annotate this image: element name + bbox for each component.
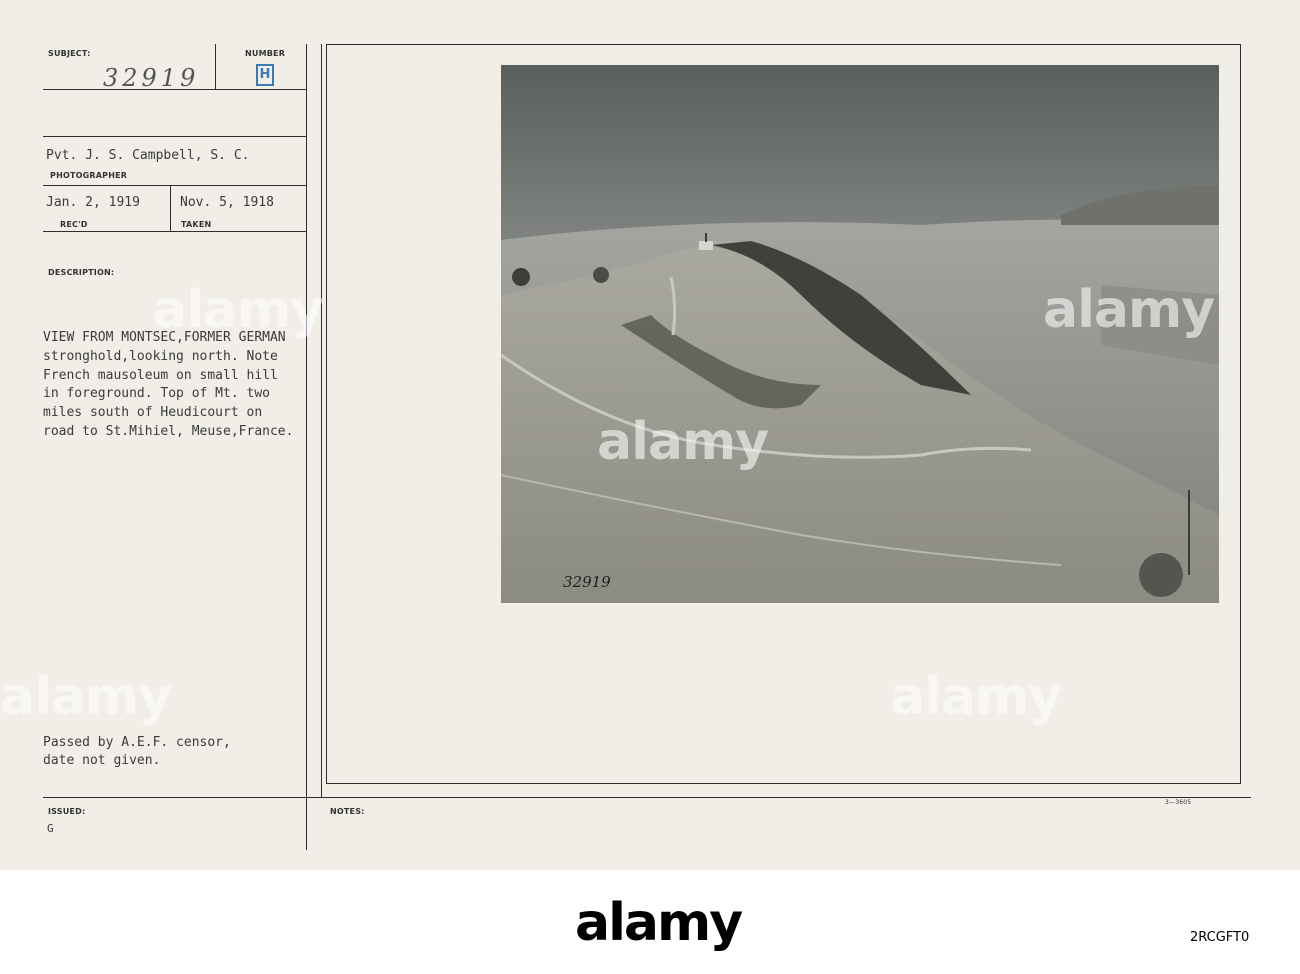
number-stamp: H <box>256 64 274 86</box>
landscape-photograph: 32919 <box>501 65 1219 603</box>
description-line: stronghold,looking north. Note <box>43 349 278 364</box>
photo-frame-line <box>326 44 1240 45</box>
photographer-name: Pvt. J. S. Campbell, S. C. <box>46 148 250 163</box>
photo-frame-line <box>1240 44 1241 784</box>
footer-logo: alamy <box>575 893 743 953</box>
description-line: French mausoleum on small hill <box>43 368 278 383</box>
archival-record-card: SUBJECT: NUMBER 32919 H Pvt. J. S. Campb… <box>0 0 1300 870</box>
notes-label: NOTES: <box>330 807 365 816</box>
censor-line: Passed by A.E.F. censor, <box>43 735 231 750</box>
description-line: miles south of Heudicourt on <box>43 405 263 420</box>
divider <box>43 136 306 137</box>
divider <box>43 231 306 232</box>
divider <box>170 185 171 231</box>
photo-frame-line <box>326 44 327 784</box>
photograph-scene <box>501 65 1219 603</box>
received-date: Jan. 2, 1919 <box>46 195 140 210</box>
divider <box>321 44 322 798</box>
subject-label: SUBJECT: <box>48 49 91 58</box>
number-label: NUMBER <box>245 49 286 58</box>
subject-number: 32919 <box>103 64 200 92</box>
image-id: 2RCGFT0 <box>1190 930 1250 945</box>
photographer-label: PHOTOGRAPHER <box>50 171 128 180</box>
description-line: VIEW FROM MONTSEC,FORMER GERMAN <box>43 330 286 345</box>
photo-frame-line <box>326 783 1240 784</box>
taken-date: Nov. 5, 1918 <box>180 195 274 210</box>
description-label: DESCRIPTION: <box>48 268 115 277</box>
censor-line: date not given. <box>43 753 161 768</box>
divider <box>306 44 307 850</box>
divider <box>43 797 1251 798</box>
divider <box>215 44 216 89</box>
description-line: road to St.Mihiel, Meuse,France. <box>43 424 294 439</box>
issued-label: ISSUED: <box>48 807 86 816</box>
watermark-logo: alamy <box>0 667 172 727</box>
photo-number-inscription: 32919 <box>563 573 611 591</box>
taken-label: TAKEN <box>181 220 212 229</box>
divider <box>43 185 306 186</box>
watermark-logo: alamy <box>890 667 1062 727</box>
received-label: REC'D <box>60 220 88 229</box>
issued-value: G <box>47 822 54 835</box>
description-line: in foreground. Top of Mt. two <box>43 386 270 401</box>
form-code: 3—3605 <box>1165 799 1192 806</box>
